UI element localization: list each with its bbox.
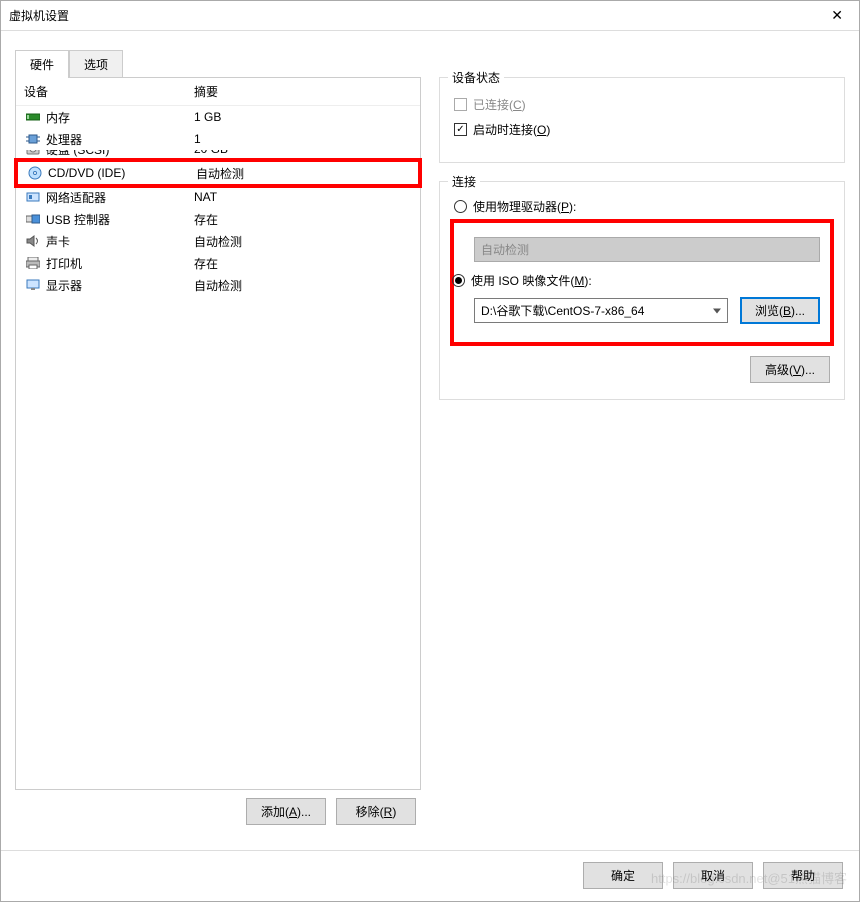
connection-group: 连接 使用物理驱动器(P): 自动检测 使用 ISO 映像文件(M): — [439, 181, 845, 400]
device-name: USB 控制器 — [46, 211, 194, 228]
titlebar: 虚拟机设置 ✕ — [1, 1, 859, 31]
device-list-header: 设备 摘要 — [16, 78, 420, 106]
connected-checkbox-row: 已连接(C) — [454, 96, 830, 113]
connect-on-power-row[interactable]: ✓ 启动时连接(O) — [454, 121, 830, 138]
device-name: 显示器 — [46, 277, 194, 294]
device-summary: 自动检测 — [194, 233, 412, 250]
iso-file-label: 使用 ISO 映像文件(M): — [471, 272, 592, 289]
device-name: 网络适配器 — [46, 189, 194, 206]
device-name: 处理器 — [46, 131, 194, 148]
list-item[interactable]: CD/DVD (IDE) 自动检测 — [18, 162, 418, 184]
iso-path-combo[interactable]: D:\谷歌下载\CentOS-7-x86_64 — [474, 298, 728, 323]
display-icon — [24, 279, 42, 291]
device-summary: 1 — [194, 132, 412, 146]
iso-path-value: D:\谷歌下载\CentOS-7-x86_64 — [481, 304, 644, 318]
list-item[interactable]: USB 控制器 存在 — [16, 208, 420, 230]
device-name: 硬盘 (SCSI) — [46, 150, 194, 158]
column-device: 设备 — [24, 83, 194, 100]
device-status-group: 设备状态 已连接(C) ✓ 启动时连接(O) — [439, 77, 845, 163]
device-list: 内存 1 GB 处理器 1 硬盘 (SCSI) 20 GB — [16, 106, 420, 296]
usb-icon — [24, 214, 42, 224]
highlight-iso-section: 自动检测 使用 ISO 映像文件(M): D:\谷歌下载\CentOS-7-x8… — [450, 219, 834, 346]
cpu-icon — [24, 132, 42, 146]
help-button[interactable]: 帮助 — [763, 862, 843, 889]
connected-checkbox — [454, 98, 467, 111]
device-name: CD/DVD (IDE) — [48, 166, 196, 180]
tab-options[interactable]: 选项 — [69, 50, 123, 78]
close-icon[interactable]: ✕ — [823, 3, 851, 28]
device-detail-panel: 设备状态 已连接(C) ✓ 启动时连接(O) 连接 — [421, 77, 845, 790]
separator — [1, 850, 859, 851]
tabs: 硬件 选项 — [15, 49, 859, 77]
device-name: 内存 — [46, 109, 194, 126]
cancel-button[interactable]: 取消 — [673, 862, 753, 889]
window-title: 虚拟机设置 — [9, 7, 823, 24]
device-summary: 20 GB — [194, 150, 412, 156]
device-summary: 自动检测 — [196, 165, 410, 182]
list-item[interactable]: 处理器 1 — [16, 128, 420, 150]
list-item[interactable]: 内存 1 GB — [16, 106, 420, 128]
connected-label: 已连接(C) — [473, 96, 526, 113]
device-summary: 存在 — [194, 255, 412, 272]
memory-icon — [24, 112, 42, 122]
physical-drive-label: 使用物理驱动器(P): — [473, 198, 576, 215]
dialog-buttons: 确定 取消 帮助 — [583, 862, 843, 889]
status-legend: 设备状态 — [448, 69, 504, 86]
list-item[interactable]: 打印机 存在 — [16, 252, 420, 274]
device-summary: 1 GB — [194, 110, 412, 124]
cd-icon — [26, 166, 44, 180]
vm-settings-window: 虚拟机设置 ✕ 硬件 选项 设备 摘要 内存 1 GB 处理 — [0, 0, 860, 902]
physical-drive-row[interactable]: 使用物理驱动器(P): — [454, 198, 830, 215]
hdd-icon — [24, 150, 42, 155]
browse-button[interactable]: 浏览(B)... — [740, 297, 820, 324]
sound-icon — [24, 235, 42, 247]
column-summary: 摘要 — [194, 83, 218, 100]
connect-on-power-label: 启动时连接(O) — [473, 121, 550, 138]
tab-hardware[interactable]: 硬件 — [15, 50, 69, 78]
connection-legend: 连接 — [448, 173, 480, 190]
connect-on-power-checkbox[interactable]: ✓ — [454, 123, 467, 136]
add-button[interactable]: 添加(A)... — [246, 798, 326, 825]
device-summary: NAT — [194, 190, 412, 204]
device-list-panel: 设备 摘要 内存 1 GB 处理器 1 — [15, 77, 421, 790]
ok-button[interactable]: 确定 — [583, 862, 663, 889]
device-name: 声卡 — [46, 233, 194, 250]
highlight-cd-dvd: CD/DVD (IDE) 自动检测 — [14, 158, 422, 188]
device-summary: 存在 — [194, 211, 412, 228]
advanced-button[interactable]: 高级(V)... — [750, 356, 830, 383]
physical-drive-select: 自动检测 — [474, 237, 820, 262]
list-item[interactable]: 网络适配器 NAT — [16, 186, 420, 208]
device-summary: 自动检测 — [194, 277, 412, 294]
physical-drive-radio[interactable] — [454, 200, 467, 213]
list-item[interactable]: 声卡 自动检测 — [16, 230, 420, 252]
iso-file-radio[interactable] — [452, 274, 465, 287]
remove-button[interactable]: 移除(R) — [336, 798, 416, 825]
device-name: 打印机 — [46, 255, 194, 272]
nic-icon — [24, 191, 42, 203]
iso-file-row[interactable]: 使用 ISO 映像文件(M): — [452, 272, 820, 289]
printer-icon — [24, 257, 42, 269]
list-item[interactable]: 显示器 自动检测 — [16, 274, 420, 296]
